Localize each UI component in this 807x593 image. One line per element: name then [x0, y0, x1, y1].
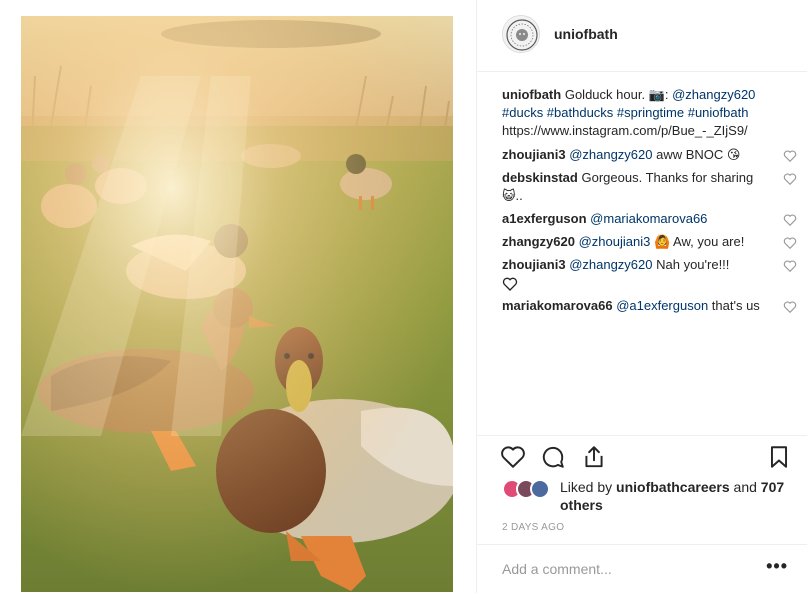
comment-like-heart-icon[interactable] — [783, 259, 797, 273]
likes-section: Liked by uniofbathcareers and 707 others — [502, 478, 792, 518]
comment-like-heart-icon[interactable] — [783, 213, 797, 227]
comment-username[interactable]: zhangzy620 — [502, 234, 575, 249]
liker-avatar[interactable] — [530, 479, 550, 499]
comment-like-heart-icon[interactable] — [783, 172, 797, 186]
liker-avatars — [502, 479, 558, 501]
more-options-icon[interactable]: ••• — [766, 557, 788, 575]
post-timestamp[interactable]: 2 DAYS AGO — [502, 522, 564, 533]
caption-hashtags[interactable]: #ducks #bathducks #springtime #uniofbath — [502, 105, 748, 120]
post-photo[interactable] — [21, 16, 453, 592]
account-avatar[interactable] — [502, 15, 540, 53]
comment-like-heart-icon[interactable] — [783, 149, 797, 163]
likes-text: Liked by uniofbathcareers and 707 others — [560, 478, 795, 514]
comment-text: Nah you're!!! — [652, 257, 730, 272]
comment-item: mariakomarova66 @a1exferguson that's us — [502, 297, 797, 315]
post-header: uniofbath — [477, 0, 807, 72]
comment-text: that's us — [708, 298, 760, 313]
header-username[interactable]: uniofbath — [554, 26, 618, 42]
comment-item: zhangzy620 @zhoujiani3 🙆 Aw, you are! — [502, 233, 797, 251]
comment-mention[interactable]: @zhangzy620 — [569, 257, 652, 272]
comment-username[interactable]: zhoujiani3 — [502, 257, 566, 272]
caption-text: Golduck hour. — [564, 87, 649, 102]
comment-item: a1exferguson @mariakomarova66 — [502, 210, 797, 228]
heart-icon — [502, 277, 518, 291]
comment-text: 🙆 Aw, you are! — [650, 234, 745, 249]
comment-item: zhoujiani3 @zhangzy620 aww BNOC 😘 — [502, 146, 797, 164]
duck-photo-illustration — [21, 16, 453, 592]
comment-mention[interactable]: @a1exferguson — [616, 298, 708, 313]
comment-username[interactable]: mariakomarova66 — [502, 298, 613, 313]
comment-like-heart-icon[interactable] — [783, 300, 797, 314]
comment-mention[interactable]: @zhangzy620 — [569, 147, 652, 162]
add-comment-input[interactable]: Add a comment... — [502, 561, 752, 579]
comment-mention[interactable]: @zhoujiani3 — [579, 234, 651, 249]
post-actions-bar — [477, 435, 807, 475]
comments-list: uniofbath Golduck hour. 📷: @zhangzy620 #… — [502, 86, 797, 320]
comment-item: debskinstad Gorgeous. Thanks for sharing… — [502, 169, 797, 205]
comment-like-heart-icon[interactable] — [783, 236, 797, 250]
bookmark-icon[interactable] — [766, 444, 792, 470]
add-comment-bar: Add a comment... ••• — [477, 544, 807, 593]
comment-mention[interactable]: @mariakomarova66 — [590, 211, 707, 226]
comment-username[interactable]: debskinstad — [502, 170, 578, 185]
caption-colon: : — [664, 87, 673, 102]
crest-icon — [503, 16, 539, 52]
comment-item: zhoujiani3 @zhangzy620 Nah you're!!! — [502, 256, 797, 292]
post-sidebar: uniofbath uniofbath Golduck hour. 📷: @zh… — [476, 0, 807, 593]
share-icon[interactable] — [581, 444, 607, 470]
caption-username[interactable]: uniofbath — [502, 87, 561, 102]
comment-username[interactable]: zhoujiani3 — [502, 147, 566, 162]
post-caption: uniofbath Golduck hour. 📷: @zhangzy620 #… — [502, 86, 797, 140]
likes-middle: and — [729, 479, 761, 495]
caption-url: https://www.instagram.com/p/Bue_-_ZIjS9/ — [502, 123, 748, 138]
comment-icon[interactable] — [540, 444, 566, 470]
heart-icon[interactable] — [500, 444, 526, 470]
likes-user[interactable]: uniofbathcareers — [616, 479, 730, 495]
camera-icon: 📷 — [648, 87, 665, 102]
photo-pane — [0, 0, 475, 593]
caption-mention[interactable]: @zhangzy620 — [672, 87, 755, 102]
comment-username[interactable]: a1exferguson — [502, 211, 587, 226]
likes-prefix: Liked by — [560, 479, 617, 495]
comment-text: aww BNOC 😘 — [652, 147, 741, 162]
